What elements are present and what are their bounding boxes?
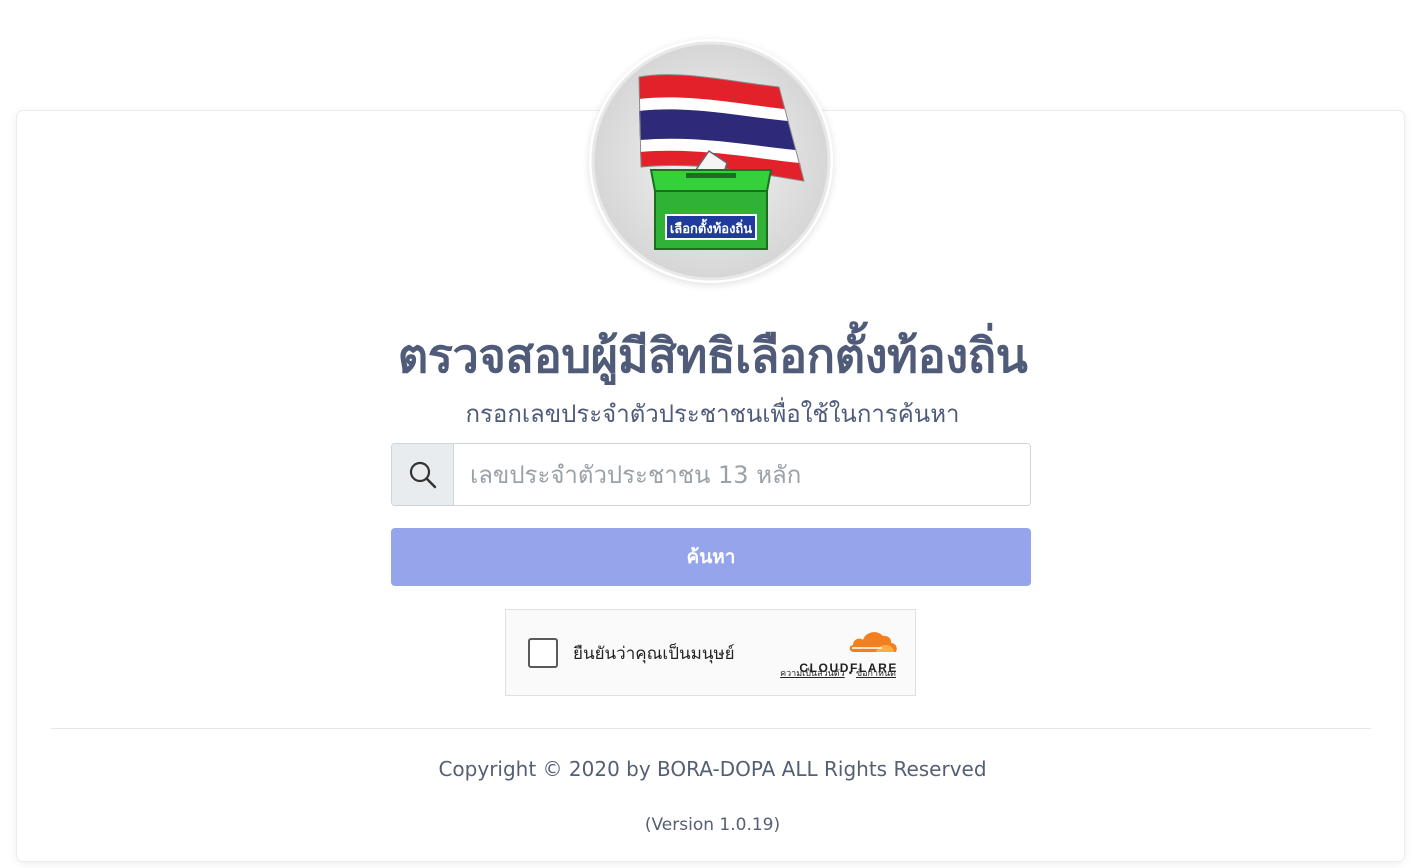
search-addon [392,444,454,505]
copyright-text: Copyright © 2020 by BORA-DOPA ALL Rights… [438,757,987,781]
citizen-id-input[interactable] [454,444,1030,505]
id-search-group [391,443,1031,506]
human-verify-checkbox[interactable] [528,638,558,668]
footer-divider [51,728,1371,729]
search-button[interactable]: ค้นหา [391,528,1031,586]
page-title: ตรวจสอบผู้มีสิทธิเลือกตั้งท้องถิ่น [397,329,1028,384]
cloudflare-links: ความเป็นส่วนตัว • ข้อกำหนด [736,668,896,680]
page-subtitle: กรอกเลขประจำตัวประชาชนเพื่อใช้ในการค้นหา [465,400,960,428]
human-verify-label: ยืนยันว่าคุณเป็นมนุษย์ [573,644,735,664]
privacy-link[interactable]: ความเป็นส่วนตัว [780,669,845,679]
logo: เลือกตั้งท้องถิ่น [589,39,833,283]
search-icon [409,461,436,488]
ballot-box-logo-icon: เลือกตั้งท้องถิ่น [591,41,831,281]
cloudflare-turnstile-widget: ยืนยันว่าคุณเป็นมนุษย์ CLOUDFLARE ความเป… [505,609,916,696]
version-text: (Version 1.0.19) [644,815,781,835]
cloudflare-cloud-icon [849,632,897,652]
terms-link[interactable]: ข้อกำหนด [856,669,896,679]
link-separator: • [847,669,853,679]
